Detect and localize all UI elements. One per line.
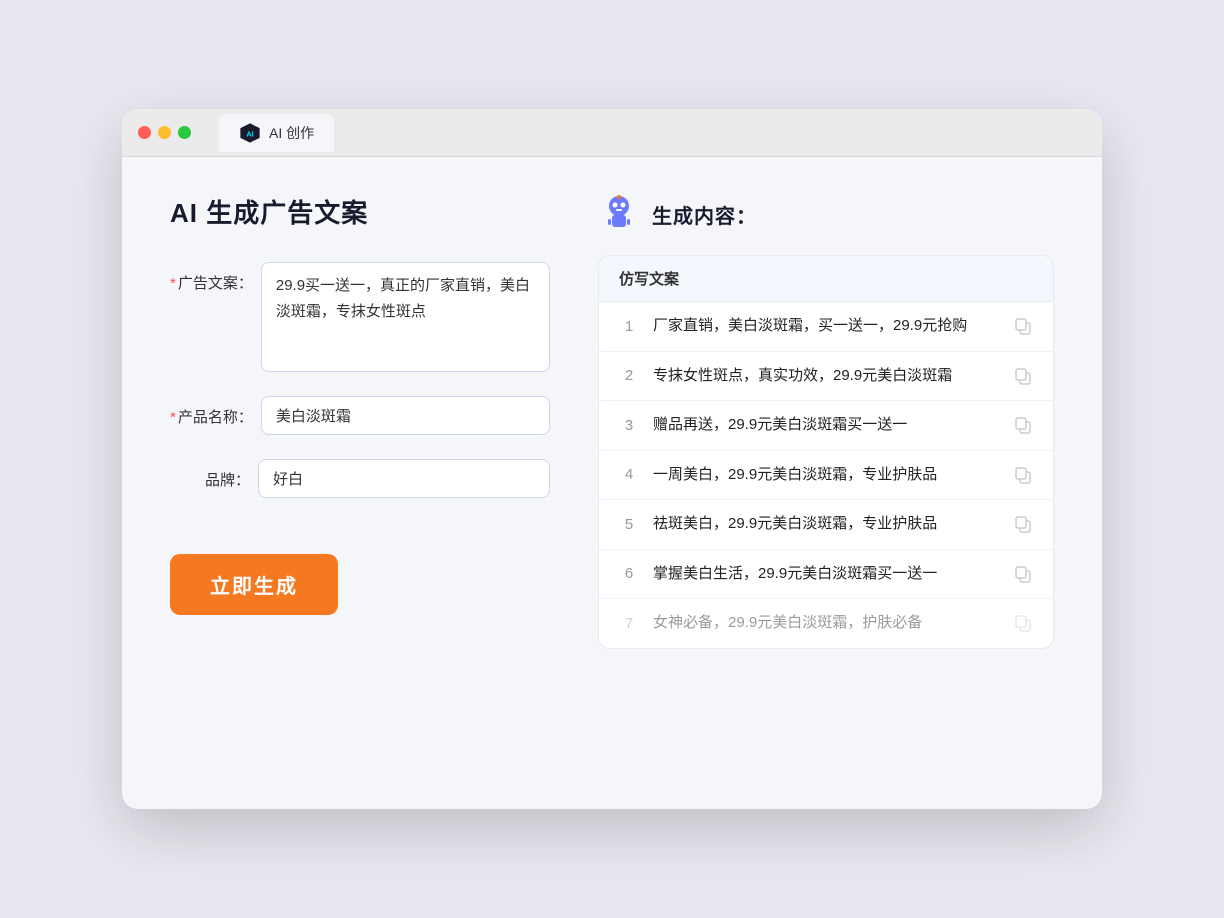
close-button[interactable] <box>138 126 151 139</box>
copy-icon[interactable] <box>1013 465 1033 485</box>
copy-icon[interactable] <box>1013 613 1033 633</box>
table-row: 1 厂家直销，美白淡斑霜，买一送一，29.9元抢购 <box>599 302 1053 352</box>
traffic-lights <box>138 126 191 139</box>
row-text: 专抹女性斑点，真实功效，29.9元美白淡斑霜 <box>653 365 999 388</box>
row-number: 2 <box>619 367 639 384</box>
robot-icon <box>598 193 640 235</box>
brand-input[interactable] <box>258 459 550 498</box>
browser-window: AI AI 创作 AI 生成广告文案 *广告文案： *产品名称： <box>122 109 1102 809</box>
row-number: 5 <box>619 516 639 533</box>
table-row: 4 一周美白，29.9元美白淡斑霜，专业护肤品 <box>599 451 1053 501</box>
tab-ai-create[interactable]: AI AI 创作 <box>219 114 334 152</box>
row-text: 掌握美白生活，29.9元美白淡斑霜买一送一 <box>653 563 999 586</box>
table-header: 仿写文案 <box>599 256 1053 302</box>
right-panel: 生成内容： 仿写文案 1 厂家直销，美白淡斑霜，买一送一，29.9元抢购 2 专… <box>598 193 1054 649</box>
generate-button[interactable]: 立即生成 <box>170 554 338 615</box>
row-text: 女神必备，29.9元美白淡斑霜，护肤必备 <box>653 612 999 635</box>
copy-icon[interactable] <box>1013 514 1033 534</box>
ai-tab-icon: AI <box>239 122 261 144</box>
row-number: 7 <box>619 615 639 632</box>
row-text: 祛斑美白，29.9元美白淡斑霜，专业护肤品 <box>653 513 999 536</box>
product-name-input[interactable] <box>261 396 550 435</box>
brand-group: 品牌： <box>170 459 550 498</box>
result-table: 仿写文案 1 厂家直销，美白淡斑霜，买一送一，29.9元抢购 2 专抹女性斑点，… <box>598 255 1054 649</box>
row-text: 一周美白，29.9元美白淡斑霜，专业护肤品 <box>653 464 999 487</box>
product-name-label: *产品名称： <box>170 396 253 427</box>
rows-container: 1 厂家直销，美白淡斑霜，买一送一，29.9元抢购 2 专抹女性斑点，真实功效，… <box>599 302 1053 648</box>
row-number: 6 <box>619 565 639 582</box>
product-name-group: *产品名称： <box>170 396 550 435</box>
brand-label: 品牌： <box>170 459 250 490</box>
table-row: 7 女神必备，29.9元美白淡斑霜，护肤必备 <box>599 599 1053 648</box>
page-title: AI 生成广告文案 <box>170 193 550 230</box>
row-text: 赠品再送，29.9元美白淡斑霜买一送一 <box>653 414 999 437</box>
content-area: AI 生成广告文案 *广告文案： *产品名称： 品牌： 立即生成 <box>122 157 1102 685</box>
row-number: 4 <box>619 466 639 483</box>
ad-text-group: *广告文案： <box>170 262 550 372</box>
copy-icon[interactable] <box>1013 366 1033 386</box>
tab-label: AI 创作 <box>269 123 314 143</box>
result-title: 生成内容： <box>652 200 757 229</box>
result-header: 生成内容： <box>598 193 1054 235</box>
ad-text-input[interactable] <box>261 262 550 372</box>
row-text: 厂家直销，美白淡斑霜，买一送一，29.9元抢购 <box>653 315 999 338</box>
required-star-1: * <box>170 275 176 292</box>
left-panel: AI 生成广告文案 *广告文案： *产品名称： 品牌： 立即生成 <box>170 193 550 649</box>
row-number: 1 <box>619 318 639 335</box>
table-row: 2 专抹女性斑点，真实功效，29.9元美白淡斑霜 <box>599 352 1053 402</box>
copy-icon[interactable] <box>1013 415 1033 435</box>
title-bar: AI AI 创作 <box>122 109 1102 157</box>
minimize-button[interactable] <box>158 126 171 139</box>
maximize-button[interactable] <box>178 126 191 139</box>
copy-icon[interactable] <box>1013 564 1033 584</box>
required-star-2: * <box>170 409 176 426</box>
table-row: 6 掌握美白生活，29.9元美白淡斑霜买一送一 <box>599 550 1053 600</box>
copy-icon[interactable] <box>1013 316 1033 336</box>
svg-text:AI: AI <box>246 129 253 138</box>
row-number: 3 <box>619 417 639 434</box>
table-row: 3 赠品再送，29.9元美白淡斑霜买一送一 <box>599 401 1053 451</box>
table-row: 5 祛斑美白，29.9元美白淡斑霜，专业护肤品 <box>599 500 1053 550</box>
ad-text-label: *广告文案： <box>170 262 253 293</box>
